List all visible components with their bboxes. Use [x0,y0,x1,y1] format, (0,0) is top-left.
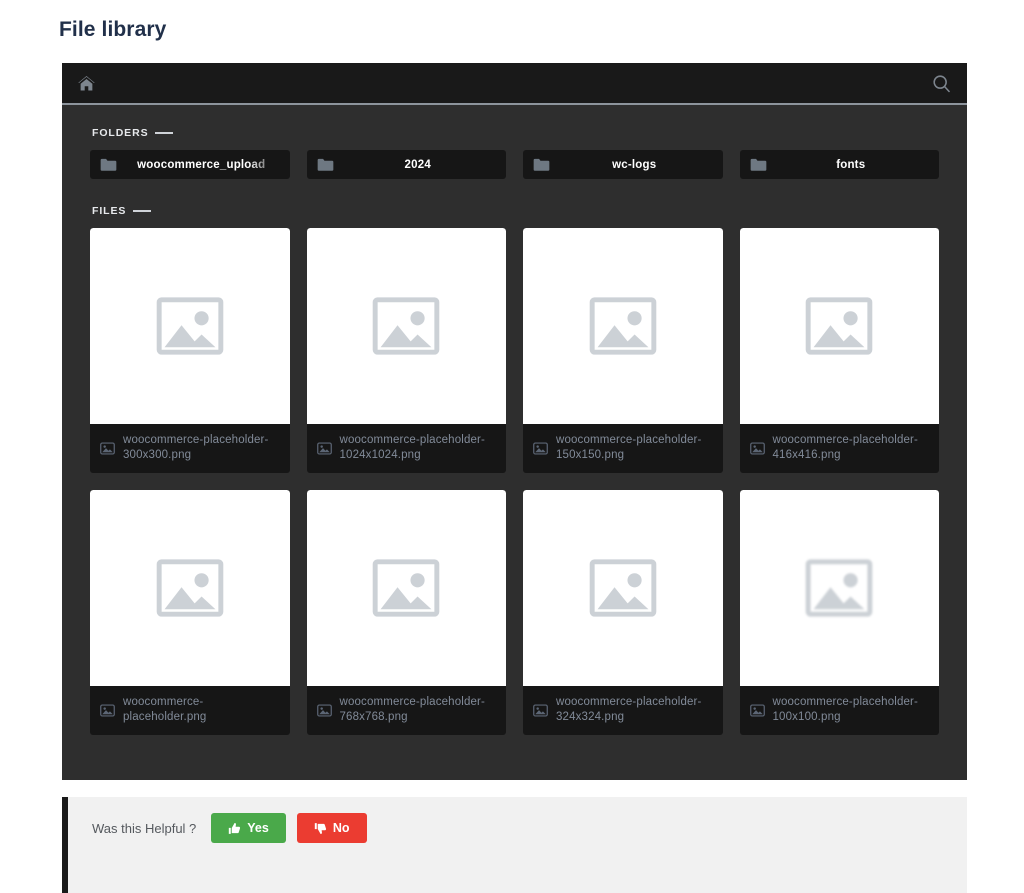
files-section-label: FILES [92,205,939,217]
file-name: woocommerce-placeholder-300x300.png [123,434,269,461]
folders-section-label: FOLDERS [92,127,939,139]
folder-name: wc-logs [612,158,657,171]
file-manager-body: FOLDERS woocommerce_upload 2024 wc-logs … [62,105,967,778]
file-manager-toolbar [62,63,967,105]
file-meta: woocommerce-placeholder-768x768.png [307,686,507,735]
file-card[interactable]: woocommerce-placeholder.png [90,490,290,735]
folders-label-text: FOLDERS [92,127,149,139]
image-file-icon [100,441,115,456]
file-meta: woocommerce-placeholder.png [90,686,290,735]
file-meta: woocommerce-placeholder-1024x1024.png [307,424,507,473]
thumbs-down-icon [314,822,327,835]
file-meta: woocommerce-placeholder-150x150.png [523,424,723,473]
label-rule [133,210,152,212]
file-thumbnail [739,228,939,424]
file-card[interactable]: woocommerce-placeholder-768x768.png [306,490,507,735]
folder-item[interactable]: 2024 [306,150,506,179]
file-thumbnail [739,490,939,686]
file-name: woocommerce-placeholder-768x768.png [339,696,485,723]
file-card[interactable]: woocommerce-placeholder-300x300.png [90,228,290,473]
file-card[interactable]: woocommerce-placeholder-100x100.png [739,490,940,735]
file-thumbnail [90,228,290,424]
file-card[interactable]: woocommerce-placeholder-416x416.png [739,228,940,473]
feedback-no-button[interactable]: No [296,813,367,843]
folder-icon [750,158,767,172]
image-file-icon [749,703,765,718]
thumbs-up-icon [228,822,241,835]
image-file-icon [749,441,765,456]
feedback-content: Was this Helpful ? Yes No [68,797,367,843]
folder-name: woocommerce_upload [137,158,266,171]
file-grid: woocommerce-placeholder-300x300.png wooc… [90,228,939,735]
file-name: woocommerce-placeholder-100x100.png [772,696,918,723]
file-name: woocommerce-placeholder-416x416.png [772,434,918,461]
folder-icon [533,158,550,172]
file-meta: woocommerce-placeholder-100x100.png [740,686,940,735]
file-meta: woocommerce-placeholder-300x300.png [90,424,290,473]
files-label-text: FILES [92,205,127,217]
feedback-bar: Was this Helpful ? Yes No [62,797,967,893]
feedback-question: Was this Helpful ? [92,820,197,836]
label-rule [155,132,174,134]
file-card[interactable]: woocommerce-placeholder-1024x1024.png [306,228,507,473]
file-thumbnail [523,228,723,424]
image-file-icon [316,441,332,456]
file-name: woocommerce-placeholder.png [123,696,207,723]
folder-name: fonts [836,158,866,171]
folder-grid: woocommerce_upload 2024 wc-logs fonts [90,150,939,179]
file-card[interactable]: woocommerce-placeholder-324x324.png [523,490,723,735]
file-name: woocommerce-placeholder-324x324.png [556,696,702,723]
file-thumbnail [523,490,723,686]
folder-item[interactable]: woocommerce_upload [90,150,290,179]
folder-icon [317,158,334,172]
home-icon[interactable] [74,71,98,95]
image-file-icon [533,703,548,718]
file-meta: woocommerce-placeholder-416x416.png [740,424,940,473]
file-name: woocommerce-placeholder-1024x1024.png [339,434,485,461]
image-file-icon [100,703,115,718]
file-thumbnail [306,490,506,686]
page-title: File library [59,18,167,41]
feedback-yes-button[interactable]: Yes [211,813,286,843]
file-thumbnail [306,228,506,424]
page-root: File library FOLDERS woocommerce_upload … [0,0,1024,893]
file-card[interactable]: woocommerce-placeholder-150x150.png [523,228,723,473]
folder-icon [100,158,117,172]
image-file-icon [533,441,548,456]
file-thumbnail [90,490,290,686]
search-icon[interactable] [929,71,953,95]
image-file-icon [316,703,332,718]
file-name: woocommerce-placeholder-150x150.png [556,434,702,461]
file-manager-panel: FOLDERS woocommerce_upload 2024 wc-logs … [62,63,967,780]
feedback-yes-label: Yes [247,821,269,835]
feedback-no-label: No [332,821,350,835]
folder-item[interactable]: fonts [739,150,939,179]
folder-name: 2024 [404,158,431,171]
folder-item[interactable]: wc-logs [523,150,723,179]
file-meta: woocommerce-placeholder-324x324.png [523,686,723,735]
